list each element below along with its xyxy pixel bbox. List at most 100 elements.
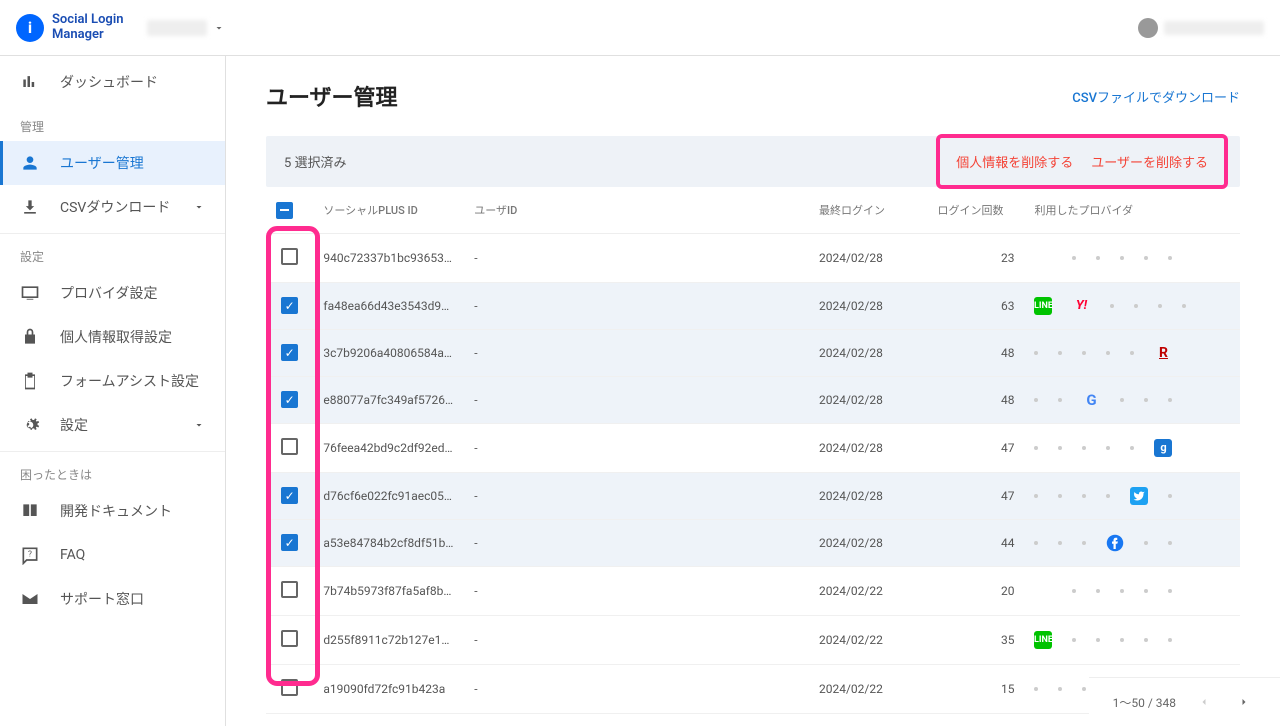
table-row[interactable]: fa48ea66d43e3543d98…-2024/02/2863LINEY! bbox=[266, 282, 1240, 329]
nav-label: 開発ドキュメント bbox=[60, 501, 172, 521]
table-row[interactable]: 76feea42bd9c2df92ed…-2024/02/2847g bbox=[266, 423, 1240, 472]
csv-download-link[interactable]: CSVファイルでダウンロード bbox=[1072, 87, 1240, 106]
nav-label: CSVダウンロード bbox=[60, 197, 170, 217]
cell-last-login: 2024/02/28 bbox=[809, 329, 928, 376]
provider-empty-dot bbox=[1120, 638, 1124, 642]
cell-user-id: - bbox=[464, 615, 809, 664]
col-user-id[interactable]: ユーザID bbox=[464, 187, 809, 233]
row-checkbox[interactable] bbox=[281, 297, 298, 314]
next-page-button[interactable] bbox=[1232, 690, 1256, 714]
provider-empty-dot bbox=[1134, 304, 1138, 308]
cell-providers bbox=[1024, 472, 1240, 519]
page-title: ユーザー管理 bbox=[266, 80, 398, 112]
provider-empty-dot bbox=[1034, 446, 1038, 450]
row-checkbox[interactable] bbox=[281, 391, 298, 408]
col-social-plus-id[interactable]: ソーシャルPLUS ID bbox=[313, 187, 464, 233]
cell-user-id: - bbox=[464, 282, 809, 329]
row-checkbox[interactable] bbox=[281, 581, 298, 598]
header-user[interactable] bbox=[1138, 18, 1264, 38]
provider-empty-dot bbox=[1120, 256, 1124, 260]
select-all-checkbox[interactable] bbox=[276, 202, 293, 219]
cell-user-id: - bbox=[464, 329, 809, 376]
provider-empty-dot bbox=[1058, 541, 1062, 545]
row-checkbox[interactable] bbox=[281, 487, 298, 504]
google-icon: G bbox=[1082, 391, 1100, 409]
delete-user-button[interactable]: ユーザーを削除する bbox=[1091, 152, 1208, 171]
provider-empty-dot bbox=[1072, 589, 1076, 593]
cell-providers: g bbox=[1024, 423, 1240, 472]
provider-empty-dot bbox=[1168, 589, 1172, 593]
row-checkbox[interactable] bbox=[281, 630, 298, 647]
provider-empty-dot bbox=[1082, 351, 1086, 355]
bar-chart-icon bbox=[20, 72, 40, 92]
row-checkbox[interactable] bbox=[281, 344, 298, 361]
row-checkbox[interactable] bbox=[281, 248, 298, 265]
pagination-range: 1〜50 / 348 bbox=[1113, 694, 1176, 711]
table-row[interactable]: a53e84784b2cf8df51b…-2024/02/2844 bbox=[266, 519, 1240, 566]
selection-count: 5 選択済み bbox=[284, 152, 347, 171]
cell-last-login: 2024/02/28 bbox=[809, 519, 928, 566]
nav-dev-docs[interactable]: 開発ドキュメント bbox=[0, 489, 225, 533]
provider-empty-dot bbox=[1120, 398, 1124, 402]
nav-section-help: 困ったときは bbox=[0, 451, 225, 489]
cell-user-id: - bbox=[464, 376, 809, 423]
prev-page-button[interactable] bbox=[1192, 690, 1216, 714]
nav-form-assist[interactable]: フォームアシスト設定 bbox=[0, 359, 225, 403]
download-icon bbox=[20, 197, 40, 217]
nav-label: フォームアシスト設定 bbox=[60, 371, 199, 391]
cell-last-login: 2024/02/28 bbox=[809, 282, 928, 329]
logo-icon: i bbox=[16, 14, 44, 42]
cell-last-login: 2024/02/22 bbox=[809, 615, 928, 664]
row-checkbox[interactable] bbox=[281, 438, 298, 455]
svg-text:?: ? bbox=[28, 550, 32, 560]
lock-icon bbox=[20, 327, 40, 347]
table-row[interactable]: 7b74b5973f87fa5af8b…-2024/02/2220 bbox=[266, 566, 1240, 615]
provider-empty-dot bbox=[1106, 494, 1110, 498]
cell-user-id: - bbox=[464, 566, 809, 615]
line-icon: LINE bbox=[1034, 631, 1052, 649]
cell-user-id: - bbox=[464, 233, 809, 282]
cell-user-id: - bbox=[464, 472, 809, 519]
table-row[interactable]: 3c7b9206a40806584a…-2024/02/2848R bbox=[266, 329, 1240, 376]
row-checkbox[interactable] bbox=[281, 679, 298, 696]
pagination: 1〜50 / 348 bbox=[1089, 677, 1280, 726]
nav-label: ユーザー管理 bbox=[60, 153, 144, 173]
col-login-count[interactable]: ログイン回数 bbox=[928, 187, 1025, 233]
account-name-redacted bbox=[147, 20, 207, 36]
nav-dashboard[interactable]: ダッシュボード bbox=[0, 60, 225, 104]
logo[interactable]: i Social Login Manager bbox=[16, 13, 123, 42]
chevron-down-icon bbox=[193, 201, 205, 213]
table-row[interactable]: d255f8911c72b127e1…-2024/02/2235LINE bbox=[266, 615, 1240, 664]
delete-personal-info-button[interactable]: 個人情報を削除する bbox=[956, 152, 1073, 171]
nav-support[interactable]: サポート窓口 bbox=[0, 577, 225, 621]
provider-empty-dot bbox=[1034, 494, 1038, 498]
person-icon bbox=[20, 153, 40, 173]
cell-login-count: 23 bbox=[928, 233, 1025, 282]
provider-empty-dot bbox=[1182, 304, 1186, 308]
col-providers[interactable]: 利用したプロバイダ bbox=[1024, 187, 1240, 233]
provider-empty-dot bbox=[1168, 638, 1172, 642]
clipboard-icon bbox=[20, 371, 40, 391]
nav-privacy-settings[interactable]: 個人情報取得設定 bbox=[0, 315, 225, 359]
content: ユーザー管理 CSVファイルでダウンロード 5 選択済み 個人情報を削除する ユ… bbox=[226, 56, 1280, 726]
account-selector[interactable] bbox=[147, 20, 225, 36]
cell-providers bbox=[1024, 233, 1240, 282]
table-row[interactable]: d76cf6e022fc91aec05…-2024/02/2847 bbox=[266, 472, 1240, 519]
cell-social-plus-id: d76cf6e022fc91aec05… bbox=[313, 472, 464, 519]
cell-login-count: 44 bbox=[928, 519, 1025, 566]
nav-csv-download[interactable]: CSVダウンロード bbox=[0, 185, 225, 229]
chevron-down-icon bbox=[213, 22, 225, 34]
nav-settings[interactable]: 設定 bbox=[0, 403, 225, 447]
table-row[interactable]: 940c72337b1bc93653…-2024/02/2823 bbox=[266, 233, 1240, 282]
table-row[interactable]: e88077a7fc349af5726…-2024/02/2848G bbox=[266, 376, 1240, 423]
nav-provider-settings[interactable]: プロバイダ設定 bbox=[0, 271, 225, 315]
provider-empty-dot bbox=[1144, 398, 1148, 402]
col-last-login[interactable]: 最終ログイン bbox=[809, 187, 928, 233]
provider-empty-dot bbox=[1082, 541, 1086, 545]
row-checkbox[interactable] bbox=[281, 534, 298, 551]
nav-faq[interactable]: ? FAQ bbox=[0, 533, 225, 577]
line-icon: LINE bbox=[1034, 297, 1052, 315]
twitter-icon bbox=[1130, 487, 1148, 505]
cell-social-plus-id: a19090fd72fc91b423a bbox=[313, 664, 464, 713]
nav-user-manage[interactable]: ユーザー管理 bbox=[0, 141, 225, 185]
